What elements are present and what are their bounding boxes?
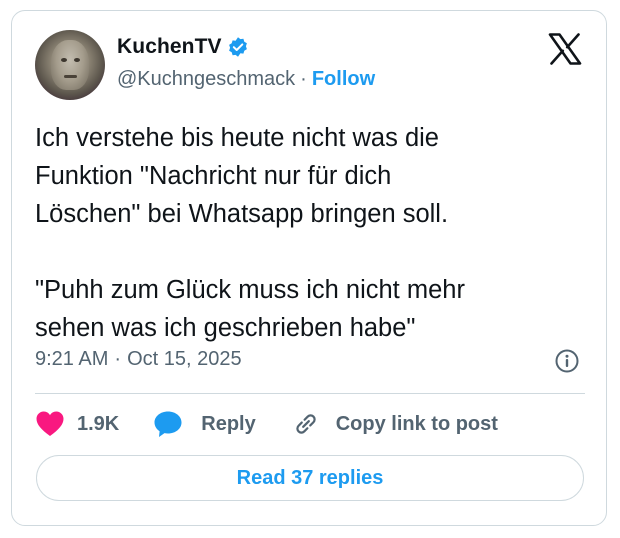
heart-icon [36, 411, 64, 436]
tweet-date: Oct 15, 2025 [127, 348, 242, 370]
copy-link-button[interactable]: Copy link to post [292, 410, 498, 438]
reply-button[interactable]: Reply [153, 410, 256, 438]
avatar-eye [61, 58, 67, 62]
avatar-mouth [64, 75, 77, 78]
follow-button[interactable]: Follow [312, 68, 375, 91]
speech-bubble-icon [154, 411, 182, 437]
author-display-name[interactable]: KuchenTV [117, 35, 222, 59]
handle-separator: · [300, 68, 307, 90]
tweet-time: 9:21 AM [35, 348, 109, 370]
x-logo-icon[interactable] [548, 33, 582, 65]
author-handle[interactable]: @Kuchngeschmack [117, 68, 295, 91]
tweet-timestamp[interactable]: 9:21 AM · Oct 15, 2025 [35, 348, 242, 371]
author-name-row: KuchenTV [117, 33, 249, 61]
author-handle-row: @Kuchngeschmack · Follow [117, 68, 375, 91]
link-icon [296, 414, 316, 434]
like-count: 1.9K [77, 412, 120, 435]
like-button[interactable]: 1.9K [35, 410, 119, 438]
verified-badge-icon [228, 37, 247, 57]
read-replies-button[interactable]: Read 37 replies [36, 455, 584, 501]
tweet-text: Ich verstehe bis heute nicht was die Fun… [35, 124, 465, 342]
avatar-eye [74, 58, 80, 62]
copy-link-label: Copy link to post [335, 412, 498, 435]
avatar-face [51, 40, 89, 90]
read-replies-label: Read 37 replies [236, 466, 384, 489]
reply-label: Reply [201, 412, 256, 435]
avatar[interactable] [35, 30, 105, 100]
divider [35, 393, 585, 394]
timestamp-separator: · [114, 348, 122, 370]
action-bar: 1.9K Reply Copy link to post [35, 407, 498, 441]
info-icon[interactable] [554, 348, 580, 374]
